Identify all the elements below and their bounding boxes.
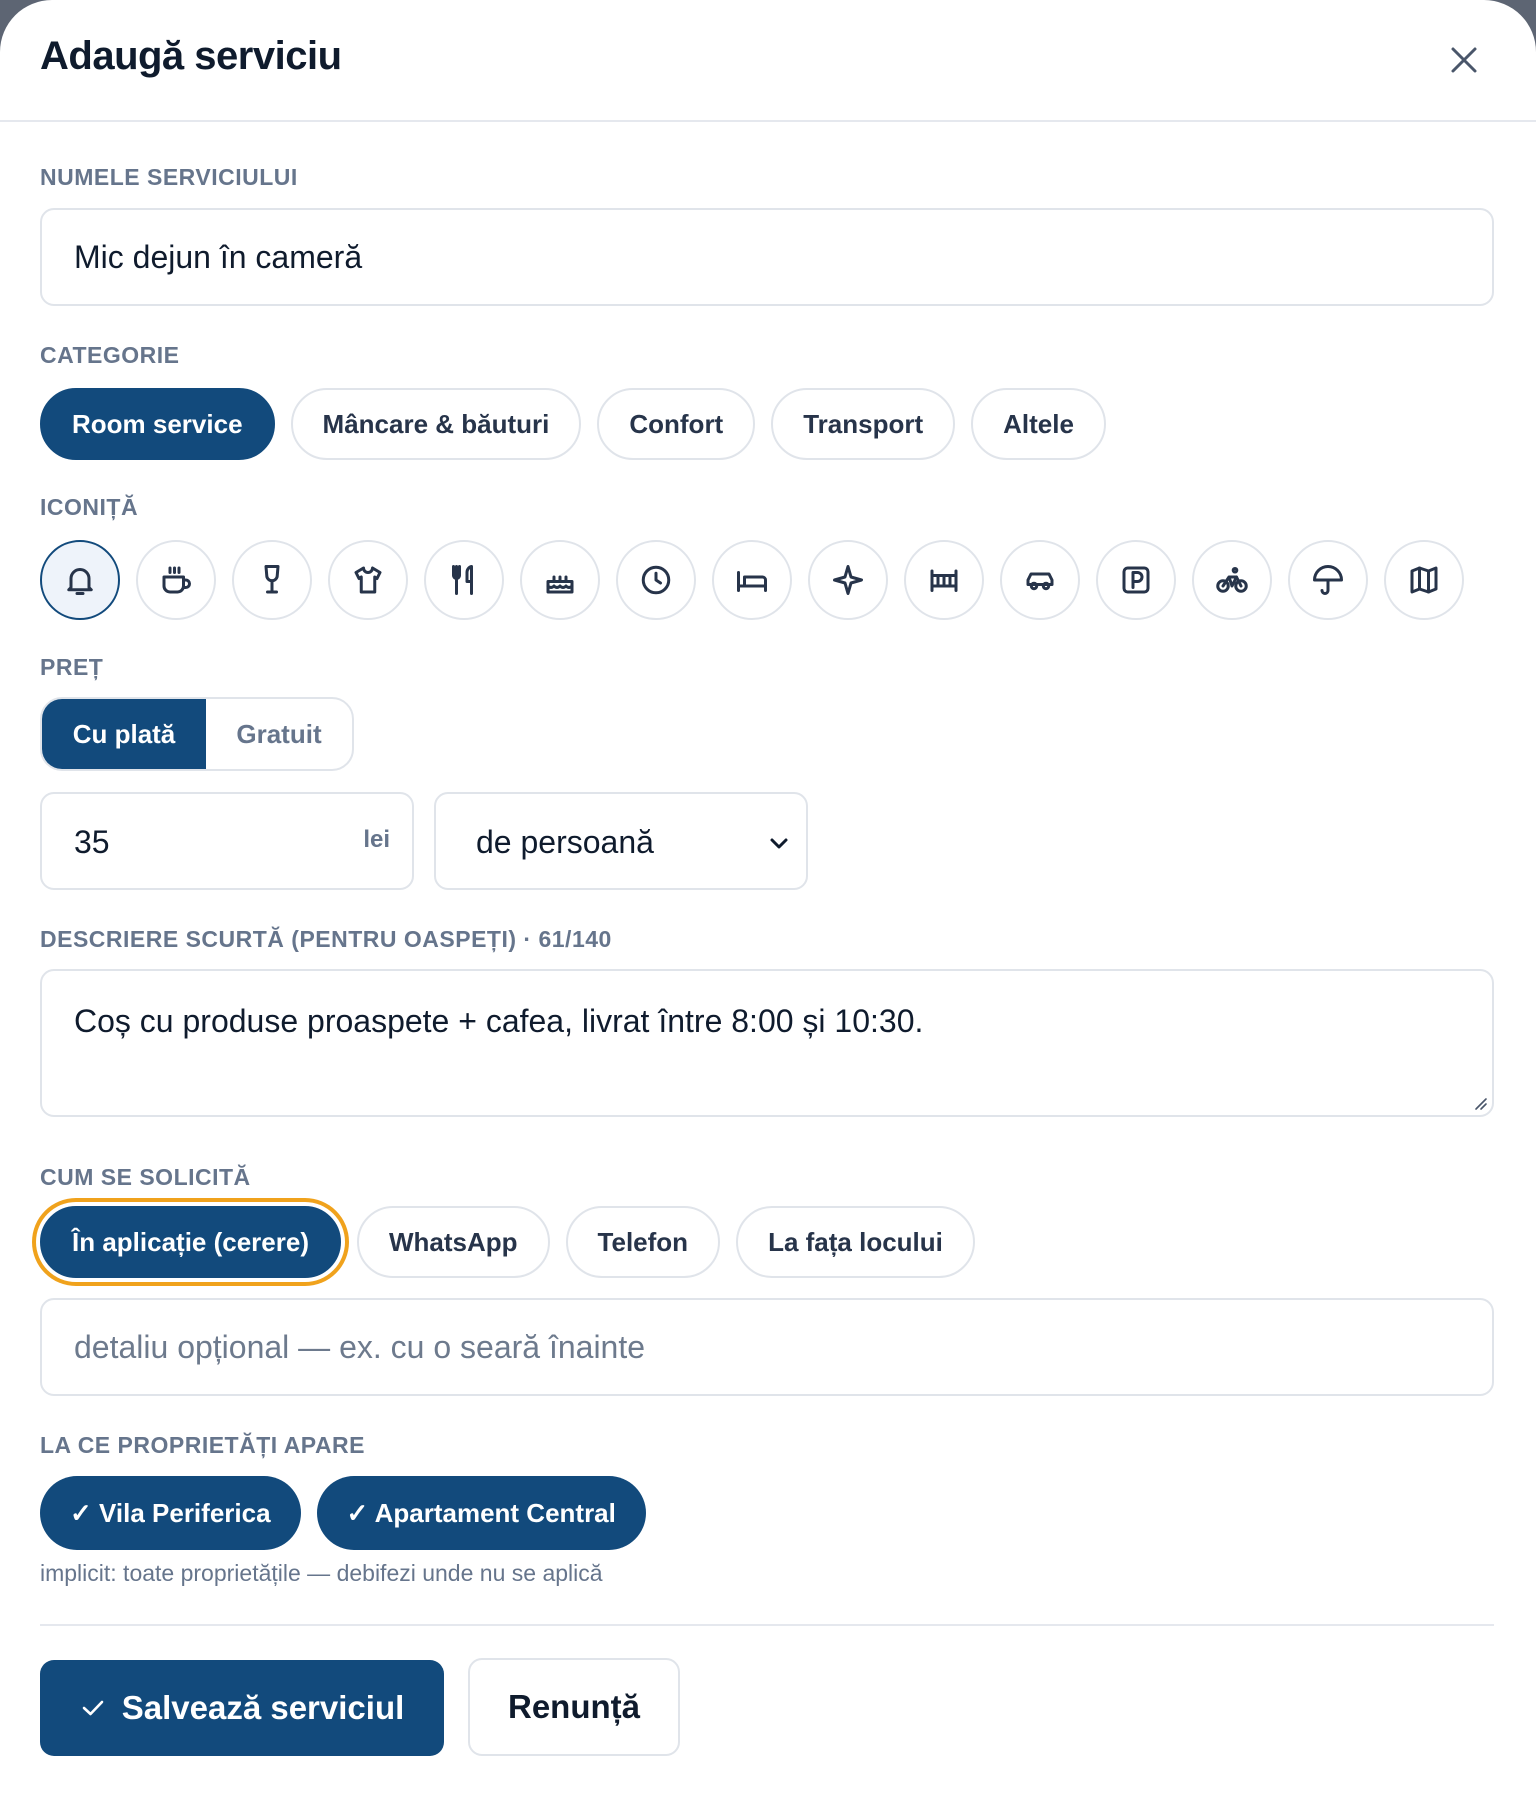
request-method-label: CUM SE SOLICITĂ xyxy=(40,1164,251,1190)
icon-option-car[interactable] xyxy=(1000,540,1080,620)
icon-option-map[interactable] xyxy=(1384,540,1464,620)
chevron-down-icon xyxy=(770,838,788,849)
description-textarea[interactable]: Coș cu produse proaspete + cafea, livrat… xyxy=(40,969,1494,1117)
icon-option-shirt[interactable] xyxy=(328,540,408,620)
resize-handle-icon[interactable] xyxy=(1470,1093,1488,1111)
icon-option-sparkle[interactable] xyxy=(808,540,888,620)
cake-icon xyxy=(546,575,574,594)
category-options: Room service Mâncare & băuturi Confort T… xyxy=(40,388,1106,460)
bed-icon xyxy=(737,571,767,592)
properties-options: ✓ Vila Periferica ✓ Apartament Central xyxy=(40,1476,646,1550)
icon-option-wine[interactable] xyxy=(232,540,312,620)
icon-label: ICONIȚĂ xyxy=(40,494,139,520)
cancel-button[interactable]: Renunță xyxy=(468,1658,680,1756)
utensils-icon xyxy=(452,565,473,595)
category-label: CATEGORIE xyxy=(40,342,180,368)
map-icon xyxy=(1410,566,1438,594)
price-label: PREȚ xyxy=(40,654,104,680)
request-option-phone[interactable]: Telefon xyxy=(565,1206,721,1278)
icon-option-bell[interactable] xyxy=(40,540,120,620)
service-name-input[interactable] xyxy=(40,208,1494,306)
price-amount-input[interactable]: 35 lei xyxy=(40,792,414,890)
property-toggle-vila-periferica[interactable]: ✓ Vila Periferica xyxy=(40,1476,301,1550)
icon-option-umbrella[interactable] xyxy=(1288,540,1368,620)
modal-header: Adaugă serviciu xyxy=(0,0,1536,122)
close-button[interactable] xyxy=(1444,40,1484,80)
icon-option-bicycle[interactable] xyxy=(1192,540,1272,620)
bell-icon xyxy=(67,568,93,595)
property-toggle-apartament-central[interactable]: ✓ Apartament Central xyxy=(316,1476,646,1550)
crib-icon xyxy=(930,569,958,592)
price-unit-value: de persoană xyxy=(476,824,654,860)
request-option-on-site[interactable]: La fața locului xyxy=(736,1206,975,1278)
clock-icon xyxy=(641,565,671,595)
parking-icon xyxy=(1122,566,1150,594)
properties-label: LA CE PROPRIETĂȚI APARE xyxy=(40,1432,365,1458)
request-option-whatsapp[interactable]: WhatsApp xyxy=(357,1206,550,1278)
request-detail-input[interactable] xyxy=(40,1298,1494,1396)
car-icon xyxy=(1026,572,1054,591)
price-option-free[interactable]: Gratuit xyxy=(206,699,352,769)
description-value: Coș cu produse proaspete + cafea, livrat… xyxy=(74,1003,924,1039)
icon-option-parking[interactable] xyxy=(1096,540,1176,620)
icon-option-cake[interactable] xyxy=(520,540,600,620)
icon-option-crib[interactable] xyxy=(904,540,984,620)
save-service-button[interactable]: Salvează serviciul xyxy=(40,1660,444,1756)
service-name-label: NUMELE SERVICIULUI xyxy=(40,164,298,190)
price-amount-value: 35 xyxy=(74,824,110,860)
properties-hint: implicit: toate proprietățile — debifezi… xyxy=(40,1560,603,1586)
price-option-paid[interactable]: Cu plată xyxy=(42,699,206,769)
icon-picker xyxy=(40,540,1464,620)
price-type-toggle: Cu plată Gratuit xyxy=(40,697,354,771)
modal-title: Adaugă serviciu xyxy=(40,34,342,78)
price-unit-select[interactable]: de persoană xyxy=(434,792,808,890)
umbrella-icon xyxy=(1313,565,1343,595)
category-food-drinks[interactable]: Mâncare & băuturi xyxy=(290,388,582,460)
save-service-label: Salvează serviciul xyxy=(121,1689,405,1726)
icon-option-coffee[interactable] xyxy=(136,540,216,620)
icon-option-utensils[interactable] xyxy=(424,540,504,620)
request-option-in-app[interactable]: În aplicație (cerere) xyxy=(40,1206,341,1278)
category-transport[interactable]: Transport xyxy=(771,388,956,460)
category-room-service[interactable]: Room service xyxy=(40,388,275,460)
shirt-icon xyxy=(354,566,382,594)
icon-option-bed[interactable] xyxy=(712,540,792,620)
category-comfort[interactable]: Confort xyxy=(597,388,756,460)
wine-glass-icon xyxy=(264,565,280,594)
price-currency-label: lei xyxy=(363,826,390,853)
add-service-modal: Adaugă serviciu NUMELE SERVICIULUI CATEG… xyxy=(0,0,1536,1798)
sparkle-icon xyxy=(833,565,863,595)
close-icon xyxy=(1451,47,1477,73)
check-icon xyxy=(82,1700,104,1716)
bicycle-icon xyxy=(1216,566,1248,593)
divider xyxy=(40,1624,1494,1626)
category-other[interactable]: Altele xyxy=(971,388,1106,460)
coffee-icon xyxy=(162,566,191,594)
request-method-options: În aplicație (cerere) WhatsApp Telefon L… xyxy=(40,1206,975,1278)
icon-option-clock[interactable] xyxy=(616,540,696,620)
description-label: DESCRIERE SCURTĂ (PENTRU OASPEȚI) · 61/1… xyxy=(40,926,612,952)
